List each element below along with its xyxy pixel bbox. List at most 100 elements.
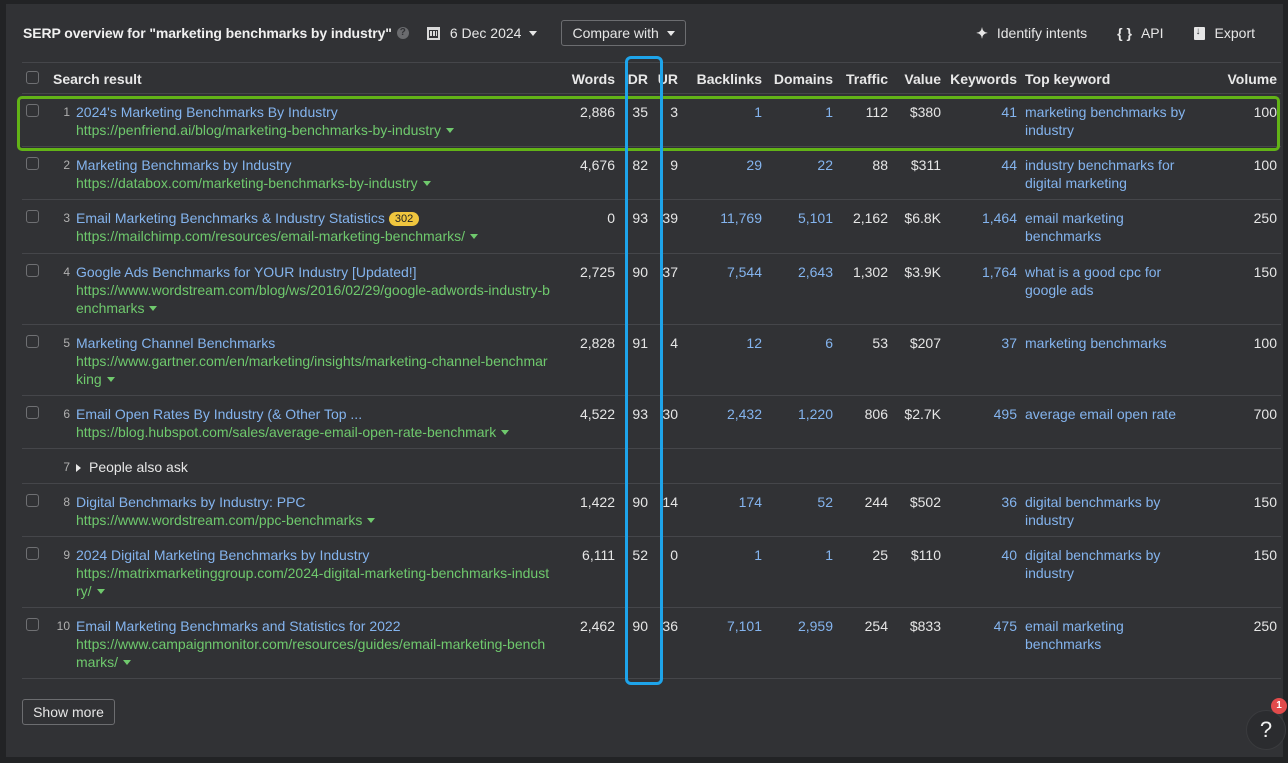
chevron-down-icon[interactable] [470,234,479,240]
result-title-link[interactable]: 2024's Marketing Benchmarks By Industry [76,104,338,120]
backlinks-link[interactable]: 7,544 [727,264,762,280]
chevron-down-icon[interactable] [123,660,131,666]
top-keyword-link[interactable]: marketing benchmarks by industry [1025,104,1185,138]
keywords-link[interactable]: 36 [1001,494,1017,510]
result-url-line: https://databox.com/marketing-benchmarks… [76,174,551,192]
row-checkbox[interactable] [26,209,39,223]
result-title-link[interactable]: Email Marketing Benchmarks and Statistic… [76,618,400,634]
keywords-link[interactable]: 1,764 [982,264,1017,280]
keywords-link[interactable]: 495 [994,406,1017,422]
column-search-result[interactable]: Search result [49,66,555,93]
search-result-cell: Email Marketing Benchmarks & Industry St… [72,199,555,253]
keywords-link[interactable]: 40 [1001,547,1017,563]
backlinks-link[interactable]: 2,432 [727,406,762,422]
row-checkbox[interactable] [26,617,39,631]
dr-value: 93 [632,209,648,226]
top-keyword-link[interactable]: industry benchmarks for digital marketin… [1025,157,1174,191]
column-ur[interactable]: UR [652,66,682,93]
result-title-link[interactable]: Email Marketing Benchmarks & Industry St… [76,210,385,226]
result-url-link[interactable]: https://www.wordstream.com/blog/ws/2016/… [76,282,550,316]
column-keywords[interactable]: Keywords [945,66,1021,93]
backlinks-link[interactable]: 1 [754,104,762,120]
row-checkbox[interactable] [26,405,39,419]
result-title-link[interactable]: Digital Benchmarks by Industry: PPC [76,494,306,510]
domains-link[interactable]: 52 [817,494,833,510]
result-title-link[interactable]: Marketing Benchmarks by Industry [76,157,292,173]
top-keyword-link[interactable]: average email open rate [1025,406,1176,422]
column-words[interactable]: Words [555,66,619,93]
row-checkbox[interactable] [26,546,39,560]
column-volume[interactable]: Volume [1201,66,1281,93]
result-url-link[interactable]: https://www.campaignmonitor.com/resource… [76,636,545,670]
row-checkbox[interactable] [26,263,39,277]
chevron-down-icon[interactable] [367,518,376,524]
result-url-link[interactable]: https://penfriend.ai/blog/marketing-benc… [76,122,441,138]
domains-link[interactable]: 6 [825,335,833,351]
top-keyword-cell: marketing benchmarks by industry [1021,93,1201,146]
row-checkbox[interactable] [26,103,39,117]
row-checkbox[interactable] [26,156,39,170]
people-also-ask-toggle[interactable]: People also ask [76,459,188,475]
domains-link[interactable]: 5,101 [798,210,833,226]
backlinks-link[interactable]: 12 [746,335,762,351]
chevron-down-icon[interactable] [501,430,510,436]
keywords-link[interactable]: 44 [1001,157,1017,173]
row-checkbox[interactable] [26,334,39,348]
domains-link[interactable]: 1,220 [798,406,833,422]
column-backlinks[interactable]: Backlinks [682,66,766,93]
question-circle-icon[interactable]: ? [396,27,409,39]
backlinks-link[interactable]: 1 [754,547,762,563]
chevron-down-icon[interactable] [445,128,454,134]
backlinks-link[interactable]: 7,101 [727,618,762,634]
domains-link[interactable]: 22 [817,157,833,173]
domains-link[interactable]: 1 [825,104,833,120]
top-keyword-link[interactable]: marketing benchmarks [1025,335,1167,351]
result-title-link[interactable]: 2024 Digital Marketing Benchmarks by Ind… [76,547,369,563]
column-traffic[interactable]: Traffic [837,66,892,93]
keywords-link[interactable]: 41 [1001,104,1017,120]
top-keyword-link[interactable]: email marketing benchmarks [1025,210,1124,244]
column-domains[interactable]: Domains [766,66,837,93]
compare-with-button[interactable]: Compare with [561,20,686,46]
result-url-link[interactable]: https://www.wordstream.com/ppc-benchmark… [76,512,362,528]
top-keyword-link[interactable]: digital benchmarks by industry [1025,547,1160,581]
keywords-link[interactable]: 37 [1001,335,1017,351]
date-selector[interactable]: 6 Dec 2024 [426,25,538,41]
keywords-link[interactable]: 475 [994,618,1017,634]
result-url-link[interactable]: https://databox.com/marketing-benchmarks… [76,175,418,191]
people-also-ask-row[interactable]: 7 People also ask [22,448,1281,483]
backlinks-link[interactable]: 29 [746,157,762,173]
result-url-link[interactable]: https://www.gartner.com/en/marketing/ins… [76,353,548,387]
row-checkbox[interactable] [26,493,39,507]
top-keyword-link[interactable]: digital benchmarks by industry [1025,494,1160,528]
domains-link[interactable]: 2,643 [798,264,833,280]
backlinks-link[interactable]: 174 [739,494,762,510]
chevron-down-icon[interactable] [96,589,105,595]
identify-intents-button[interactable]: ✦ Identify intents [976,25,1087,42]
chevron-down-icon[interactable] [106,377,115,383]
column-top-keyword[interactable]: Top keyword [1021,66,1201,93]
show-more-button[interactable]: Show more [22,699,115,725]
result-url-link[interactable]: https://matrixmarketinggroup.com/2024-di… [76,565,549,599]
result-title-link[interactable]: Email Open Rates By Industry (& Other To… [76,406,362,422]
chevron-down-icon[interactable] [422,181,431,187]
result-title-link[interactable]: Marketing Channel Benchmarks [76,335,275,351]
column-value[interactable]: Value [892,66,945,93]
chevron-down-icon [529,30,538,36]
export-button[interactable]: Export [1193,25,1255,41]
result-url-link[interactable]: https://blog.hubspot.com/sales/average-e… [76,424,496,440]
column-dr[interactable]: DR [619,66,652,93]
chevron-down-icon[interactable] [149,306,158,312]
api-button[interactable]: { } API [1117,25,1163,41]
backlinks-link[interactable]: 11,769 [720,210,762,226]
top-keyword-link[interactable]: what is a good cpc for google ads [1025,264,1161,298]
position: 5 [63,335,70,350]
result-title-link[interactable]: Google Ads Benchmarks for YOUR Industry … [76,264,417,280]
domains-link[interactable]: 2,959 [798,618,833,634]
help-button[interactable]: ? [1246,710,1286,750]
select-all-checkbox[interactable] [26,71,39,85]
keywords-link[interactable]: 1,464 [982,210,1017,226]
result-url-link[interactable]: https://mailchimp.com/resources/email-ma… [76,228,465,244]
top-keyword-link[interactable]: email marketing benchmarks [1025,618,1124,652]
domains-link[interactable]: 1 [825,547,833,563]
